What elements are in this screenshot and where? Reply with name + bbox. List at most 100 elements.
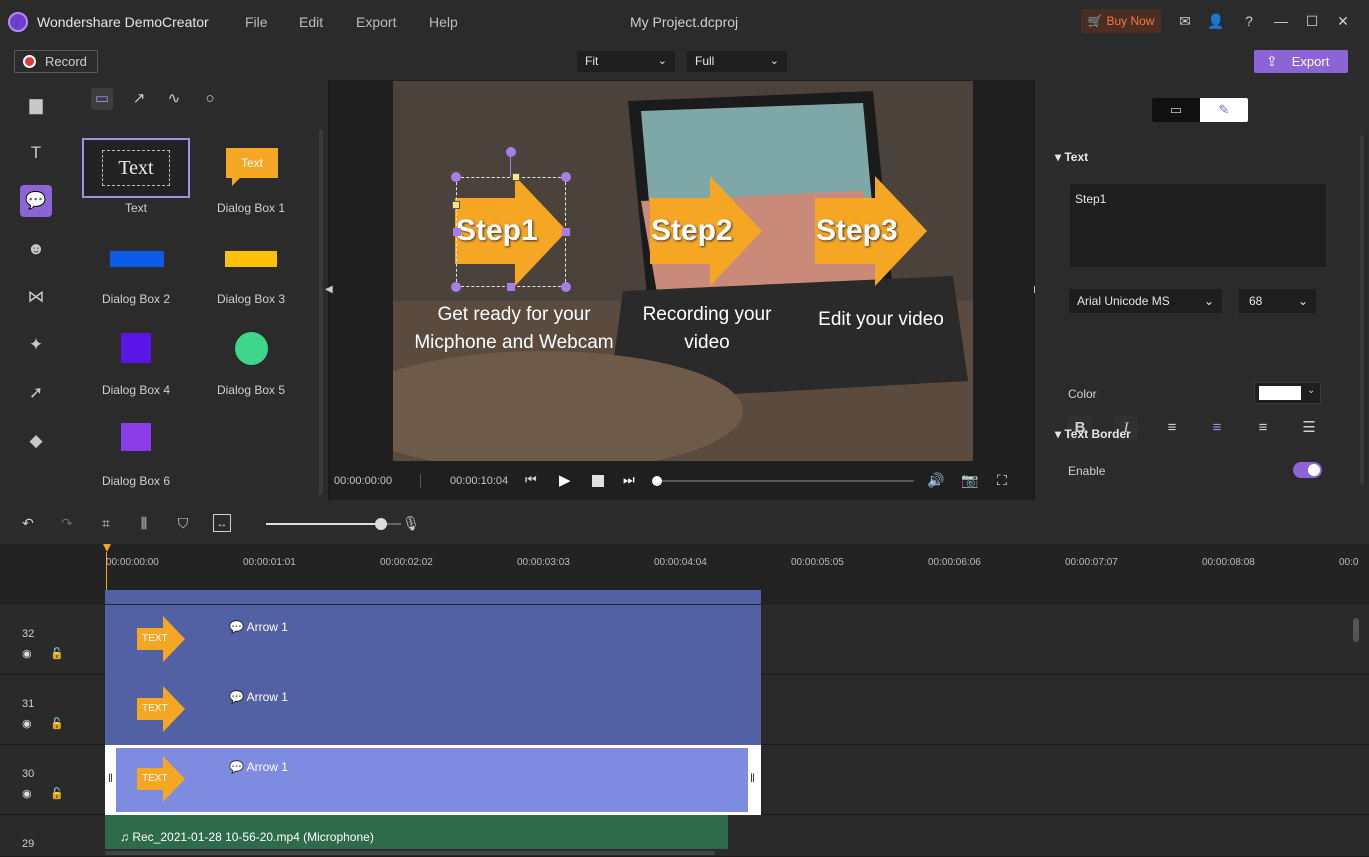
resize-handle[interactable]	[453, 228, 461, 236]
resize-handle[interactable]	[561, 172, 571, 182]
shape-handle[interactable]	[512, 173, 520, 181]
menu-help[interactable]: Help	[429, 14, 458, 30]
rotate-handle[interactable]	[506, 147, 516, 157]
quality-select[interactable]: Full ⌄	[687, 51, 787, 72]
properties-scrollbar[interactable]	[1360, 135, 1364, 485]
sticker-icon[interactable]: ☻	[20, 233, 52, 265]
preview-canvas[interactable]: Step1 Step2 Step3 Get ready for your Mic…	[393, 81, 973, 461]
circle-icon[interactable]: ○	[199, 88, 221, 110]
folder-icon[interactable]: ▆	[20, 89, 52, 121]
resize-handle[interactable]	[507, 283, 515, 291]
eraser-icon[interactable]: ◆	[20, 425, 52, 457]
playback-scrubber[interactable]	[652, 476, 662, 486]
resize-handle[interactable]	[562, 228, 570, 236]
library-item-dialog-box-5[interactable]	[235, 332, 268, 365]
arrow-clip[interactable]	[105, 605, 761, 675]
lock-icon[interactable]: 🔓	[50, 787, 64, 800]
crop-icon[interactable]: ⌗	[97, 514, 115, 532]
sketch-icon[interactable]: ∿	[163, 88, 185, 110]
selected-arrow-clip[interactable]: ‖ ‖	[105, 745, 761, 815]
eye-icon[interactable]: ◉	[22, 647, 32, 660]
caption-line: video	[684, 332, 730, 353]
collapse-left-icon[interactable]: ◀	[325, 284, 333, 295]
prev-frame-icon[interactable]: ⏮	[525, 472, 537, 488]
selection-box[interactable]	[456, 177, 566, 287]
next-frame-icon[interactable]: ⏭	[623, 472, 635, 488]
help-icon[interactable]: ?	[1240, 12, 1258, 30]
library-item-text[interactable]: Text	[82, 138, 190, 198]
ruler-tick-label: 00:0	[1339, 557, 1359, 568]
align-right-icon[interactable]: ≡	[1251, 416, 1275, 440]
trim-handle-left[interactable]: ‖	[108, 771, 113, 785]
callout-icon[interactable]: ▭	[91, 88, 113, 110]
library-item-dialog-box-1[interactable]: Text	[224, 146, 278, 188]
edit-icon[interactable]: ✎	[1200, 98, 1248, 122]
text-input[interactable]: Step1	[1070, 184, 1326, 267]
library-scrollbar[interactable]	[319, 130, 323, 495]
align-justify-icon[interactable]: ☰	[1297, 416, 1321, 440]
clip-partial[interactable]	[105, 590, 761, 604]
resize-handle[interactable]	[451, 282, 461, 292]
fit-select[interactable]: Fit ⌄	[577, 51, 675, 72]
timeline-vertical-scrollbar[interactable]	[1353, 618, 1359, 642]
menu-export[interactable]: Export	[356, 14, 396, 30]
playhead-marker[interactable]	[103, 544, 111, 552]
cursor-icon[interactable]: ➚	[20, 377, 52, 409]
enable-toggle[interactable]	[1293, 462, 1322, 478]
minimize-button[interactable]: —	[1272, 12, 1290, 30]
maximize-button[interactable]: ☐	[1303, 12, 1321, 30]
marker-icon[interactable]: ⛉	[174, 514, 192, 532]
zoom-slider-knob[interactable]	[374, 518, 387, 530]
eye-icon[interactable]: ◉	[22, 717, 32, 730]
enable-label: Enable	[1068, 464, 1106, 478]
export-button[interactable]: ⇪ Export	[1254, 50, 1348, 73]
transition-icon[interactable]: ⋈	[20, 281, 52, 313]
text-border-section-header[interactable]: ▾ Text Border	[1055, 427, 1131, 441]
eye-icon[interactable]: ◉	[22, 787, 32, 800]
playback-progress[interactable]	[652, 476, 914, 486]
resize-handle[interactable]	[451, 172, 461, 182]
menu-edit[interactable]: Edit	[299, 14, 323, 30]
fullscreen-icon[interactable]: ⛶	[997, 472, 1007, 489]
text-section-header[interactable]: ▾ Text	[1055, 150, 1088, 164]
resize-handle[interactable]	[561, 282, 571, 292]
lock-icon[interactable]: 🔓	[50, 647, 64, 660]
volume-icon[interactable]: 🔊	[927, 472, 944, 489]
fit-timeline-icon[interactable]: ↔	[213, 514, 231, 532]
close-button[interactable]: ✕	[1334, 12, 1352, 30]
color-picker[interactable]: ⌄	[1254, 382, 1321, 404]
microphone-icon[interactable]: 🎙	[402, 514, 420, 532]
total-time: 00:00:10:04	[450, 475, 509, 487]
shape-handle[interactable]	[452, 201, 460, 209]
library-item-dialog-box-4[interactable]	[121, 333, 151, 363]
record-button[interactable]: Record	[14, 50, 98, 73]
stop-icon[interactable]	[592, 475, 604, 487]
clip-thumbnail-text: TEXT	[142, 703, 168, 714]
undo-icon[interactable]: ↶	[19, 514, 37, 532]
split-icon[interactable]: ⫼	[135, 514, 153, 532]
camera-icon[interactable]: ▭	[1152, 98, 1200, 122]
arrow-clip[interactable]	[105, 675, 761, 745]
redo-icon[interactable]: ↷	[58, 514, 76, 532]
menu-file[interactable]: File	[245, 14, 268, 30]
effects-icon[interactable]: ✦	[20, 329, 52, 361]
buy-now-button[interactable]: 🛒 Buy Now	[1081, 9, 1161, 33]
font-size-select[interactable]: 68 ⌄	[1239, 289, 1316, 313]
library-item-dialog-box-3[interactable]	[225, 251, 277, 267]
lock-icon[interactable]: 🔓	[50, 717, 64, 730]
user-icon[interactable]: 👤	[1207, 12, 1225, 30]
annotation-icon[interactable]: 💬	[20, 185, 52, 217]
snapshot-icon[interactable]: 📷	[961, 472, 978, 489]
library-item-dialog-box-6[interactable]	[121, 423, 151, 451]
align-left-icon[interactable]: ≡	[1160, 416, 1184, 440]
library-item-dialog-box-2[interactable]	[110, 251, 164, 267]
text-icon[interactable]: T	[20, 137, 52, 169]
align-center-icon[interactable]: ≡	[1205, 416, 1229, 440]
timeline-horizontal-scrollbar[interactable]	[105, 851, 715, 855]
play-icon[interactable]: ▶	[559, 471, 571, 489]
zoom-slider[interactable]	[266, 518, 401, 530]
arrow-icon[interactable]: ↗	[128, 88, 150, 110]
trim-handle-right[interactable]: ‖	[750, 771, 755, 785]
font-select[interactable]: Arial Unicode MS ⌄	[1069, 289, 1222, 313]
mail-icon[interactable]: ✉	[1176, 12, 1194, 30]
